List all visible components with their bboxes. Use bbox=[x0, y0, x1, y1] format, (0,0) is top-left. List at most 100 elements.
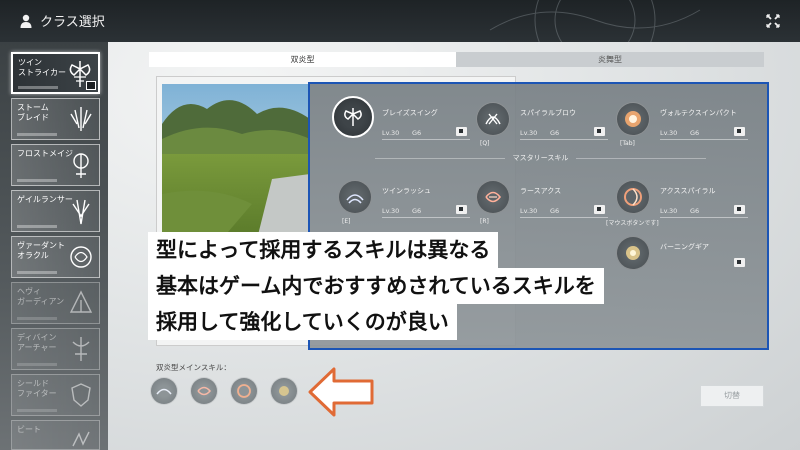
vortex-icon bbox=[625, 111, 641, 127]
skill-key: [マウスボタンです] bbox=[606, 220, 659, 227]
caption-line-3: 採用して強化していくのが良い bbox=[148, 304, 457, 340]
switch-button[interactable]: 切替 bbox=[700, 385, 764, 407]
class-card-gale-lancer[interactable]: ゲイルランサー bbox=[11, 190, 100, 232]
skill-button[interactable] bbox=[616, 180, 650, 214]
class-subtitle-bar bbox=[17, 225, 57, 228]
page-title: クラス選択 bbox=[40, 15, 105, 30]
lock-icon[interactable] bbox=[594, 127, 605, 136]
user-icon bbox=[20, 14, 32, 28]
skill-key: [Tab] bbox=[620, 140, 635, 147]
skill-level: Lv.30 bbox=[382, 207, 400, 215]
skill-grade: G6 bbox=[690, 207, 700, 215]
class-subtitle-bar bbox=[17, 179, 57, 182]
skill-level: Lv.30 bbox=[382, 129, 400, 137]
verdant-oracle-icon bbox=[70, 246, 92, 268]
skill-key: [R] bbox=[480, 218, 489, 225]
badge-icon bbox=[86, 81, 96, 90]
skill-preview-video bbox=[162, 84, 310, 239]
skill-grade: G6 bbox=[550, 207, 560, 215]
top-bar: クラス選択 bbox=[0, 0, 800, 42]
lock-icon[interactable] bbox=[456, 127, 467, 136]
lock-icon[interactable] bbox=[734, 205, 745, 214]
close-icon bbox=[766, 14, 780, 28]
skill-name: アクススパイラル bbox=[660, 187, 716, 195]
divider bbox=[660, 139, 748, 140]
class-card-frost-mage[interactable]: フロストメイジ bbox=[11, 144, 100, 186]
lock-icon[interactable] bbox=[594, 205, 605, 214]
main-skills-label: 双炎型メインスキル： bbox=[156, 363, 231, 372]
mastery-skill-label: マスタリースキル bbox=[310, 153, 767, 163]
skill-grade: G6 bbox=[412, 207, 422, 215]
skill-slot-axe-spiral: [マウスボタンです] アクススパイラル Lv.30 G6 bbox=[606, 180, 756, 230]
skill-grade: G6 bbox=[412, 129, 422, 137]
class-subtitle-bar bbox=[17, 133, 57, 136]
main-skill-1[interactable] bbox=[150, 377, 178, 405]
pointer-arrow-icon bbox=[308, 367, 374, 417]
twin-axe-icon bbox=[344, 108, 362, 126]
skill-button[interactable] bbox=[616, 102, 650, 136]
skill-slot-blaze-swing: ブレイズスイング Lv.30 G6 bbox=[332, 96, 478, 152]
lock-icon[interactable] bbox=[456, 205, 467, 214]
class-name: フロストメイジ bbox=[17, 149, 73, 158]
skill-button[interactable] bbox=[616, 236, 650, 270]
gale-lance-icon bbox=[72, 199, 90, 225]
class-card-twin-striker[interactable]: ツイン ストライカー bbox=[11, 52, 100, 94]
main-skill-4[interactable] bbox=[270, 377, 298, 405]
wave-slash-icon bbox=[156, 388, 172, 395]
skill-slot-twin-rush: [E] ツインラッシュ Lv.30 G6 bbox=[338, 180, 478, 230]
class-card-heavy-guardian[interactable]: ヘヴィ ガーディアン bbox=[11, 282, 100, 324]
class-card-shield-fighter[interactable]: シールド ファイター bbox=[11, 374, 100, 416]
class-subtitle-bar bbox=[17, 317, 57, 320]
skill-level: Lv.30 bbox=[520, 207, 538, 215]
beat-icon bbox=[72, 431, 90, 447]
skill-name: ヴォルテクスインパクト bbox=[660, 109, 737, 117]
divine-archer-icon bbox=[72, 337, 90, 361]
skill-level: Lv.30 bbox=[660, 207, 678, 215]
skill-grade: G6 bbox=[690, 129, 700, 137]
class-card-beat[interactable]: ビート bbox=[11, 420, 100, 450]
class-card-storm-blade[interactable]: ストーム ブレイド bbox=[11, 98, 100, 140]
class-sidebar: ツイン ストライカー ストーム ブレイド フロストメイジ ゲイルランサー ヴァー… bbox=[0, 42, 108, 450]
burning-gear-icon bbox=[279, 386, 289, 396]
skill-button[interactable] bbox=[338, 180, 372, 214]
wave-slash-icon bbox=[346, 194, 364, 204]
divider bbox=[382, 139, 470, 140]
class-card-divine-archer[interactable]: ディバイン アーチャー bbox=[11, 328, 100, 370]
swirl-icon bbox=[624, 188, 642, 206]
skill-slot-vortex-impact: [Tab] ヴォルテクスインパクト Lv.30 G6 bbox=[616, 102, 756, 152]
class-name: ビート bbox=[17, 425, 41, 434]
burning-gear-icon bbox=[626, 246, 640, 260]
class-card-verdant-oracle[interactable]: ヴァーダント オラクル bbox=[11, 236, 100, 278]
skill-name: ブレイズスイング bbox=[382, 109, 438, 117]
skill-button[interactable] bbox=[476, 180, 510, 214]
skill-button[interactable] bbox=[332, 96, 374, 138]
class-name: ゲイルランサー bbox=[17, 195, 73, 204]
main-skill-3[interactable] bbox=[230, 377, 258, 405]
class-subtitle-bar bbox=[18, 86, 58, 89]
tab-soen[interactable]: 双炎型 bbox=[149, 52, 456, 67]
class-name: ヘヴィ ガーディアン bbox=[17, 287, 65, 306]
swirl-icon bbox=[237, 384, 251, 398]
main-skill-2[interactable] bbox=[190, 377, 218, 405]
skill-level: Lv.30 bbox=[660, 129, 678, 137]
skill-level: Lv.30 bbox=[520, 129, 538, 137]
landscape-preview-image bbox=[162, 84, 310, 239]
divider bbox=[520, 139, 608, 140]
close-button[interactable] bbox=[764, 12, 782, 30]
class-name: ヴァーダント オラクル bbox=[17, 241, 65, 260]
heavy-guardian-icon bbox=[69, 290, 93, 313]
skill-key: [E] bbox=[342, 218, 351, 225]
skill-button[interactable] bbox=[476, 102, 510, 136]
skill-slot-wrath-axe: [R] ラースアクス Lv.30 G6 bbox=[476, 180, 616, 230]
caption-line-2: 基本はゲーム内でおすすめされているスキルを bbox=[148, 268, 604, 304]
skill-name: スパイラルブロウ bbox=[520, 109, 576, 117]
lock-icon[interactable] bbox=[734, 127, 745, 136]
divider bbox=[520, 217, 608, 218]
frost-staff-icon bbox=[73, 153, 89, 178]
class-subtitle-bar bbox=[17, 271, 57, 274]
shield-fighter-icon bbox=[71, 383, 91, 407]
divider bbox=[382, 217, 470, 218]
lock-icon[interactable] bbox=[734, 258, 745, 267]
tab-enbu[interactable]: 炎舞型 bbox=[456, 52, 764, 67]
skill-name: バーニングギア bbox=[660, 243, 709, 251]
